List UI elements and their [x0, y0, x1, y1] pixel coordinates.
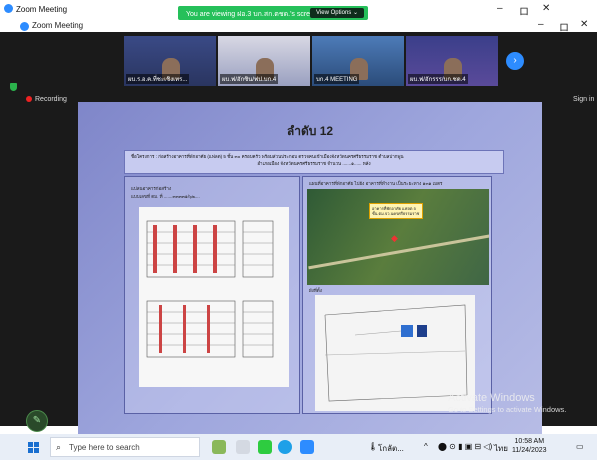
share-banner: You are viewing ฝอ.3 บก.สก.ตชด.'s screen… [178, 6, 368, 20]
site-plan-caption: ผังที่ตั้ง [309, 288, 322, 293]
sign-in-link[interactable]: Sign in [573, 96, 594, 103]
map-pin-icon: ◆ [391, 233, 398, 243]
inner-window-title: Zoom Meeting [32, 21, 84, 30]
building-plan-panel: แปลนอาคารก่อสร้าง แบบเลขที่ ตม. ที่ ....… [124, 176, 300, 414]
satellite-map: อาคารที่พักอาศัย แฟลต 5 ชั้น ตม.จว.นครศร… [307, 189, 489, 285]
taskbar-clock[interactable]: 10:58 AM 11/24/2023 [512, 437, 547, 455]
tray-apps-icon[interactable]: ⬤ ⊙ ▮ ▣ ⊟ ◁) [438, 442, 492, 451]
windows-taskbar: ⌕ Type here to search 🌡 โกลัต... ^ ⬤ ⊙ ▮… [0, 434, 597, 460]
security-shield-icon [10, 83, 17, 91]
clock-date: 11/24/2023 [512, 447, 547, 454]
site-map-panel: แผนที่อาคารที่พักอาศัย ไปยัง อาคารที่ทำง… [302, 176, 492, 414]
outer-window-title: Zoom Meeting [16, 5, 68, 14]
participant-thumbnail[interactable]: บก.4 MEETING [312, 36, 404, 86]
outer-maximize-button[interactable]: ロ [519, 3, 529, 18]
notifications-icon[interactable]: ▭ [576, 442, 584, 451]
tray-label: โกลัต... [378, 444, 404, 453]
recording-dot-icon [26, 96, 32, 103]
participant-name: ผบ.ฟ/ฮักซิน/ฟป.บก.4 [220, 74, 279, 84]
project-line-1: ชื่อโครงการ : ก่อสร้างอาคารที่พักอาศัย (… [131, 154, 404, 159]
participant-thumbnails: ผบ.ร.อ.ค.ที่ชะเชิงเทร... ผบ.ฟ/ฮักซิน/ฟป.… [124, 36, 498, 86]
news-widget-icon[interactable] [212, 440, 226, 454]
view-options-label: View Options [316, 10, 352, 16]
project-line-2: อำเภอเมือง จังหวัดนครศรีธรรมราช จำนวน ..… [257, 161, 371, 166]
windows-start-icon[interactable] [28, 442, 39, 453]
search-placeholder: Type here to search [69, 443, 140, 452]
outer-close-button[interactable]: ✕ [542, 3, 550, 14]
next-participants-button[interactable]: › [506, 52, 524, 70]
annotate-pen-icon[interactable]: ✎ [26, 410, 48, 432]
slide-title: ลำดับ 12 [286, 124, 334, 138]
participant-name: ผบ.ร.อ.ค.ที่ชะเชิงเทร... [126, 74, 190, 84]
inner-minimize-button[interactable]: – [538, 19, 544, 30]
activate-windows-watermark: Activate Windows Go to Settings to activ… [448, 392, 566, 416]
search-icon: ⌕ [56, 442, 62, 452]
participant-thumbnail[interactable]: ผบ.ฟ/ฮักซิน/ฟป.บก.4 [218, 36, 310, 86]
edge-browser-icon[interactable] [278, 440, 292, 454]
participant-name: ผบ.ฟ/ฮักรรร/บก.ชด.4 [408, 74, 468, 84]
activate-windows-subtitle: Go to Settings to activate Windows. [448, 405, 567, 414]
plan-caption: แปลนอาคารก่อสร้าง [131, 186, 172, 191]
zoom-logo-icon [4, 4, 13, 13]
map-callout: อาคารที่พักอาศัย แฟลต 5 ชั้น ตม.จว.นครศร… [369, 203, 423, 219]
language-indicator[interactable]: ไทย [494, 442, 508, 455]
map-road [308, 231, 489, 270]
line-app-icon[interactable] [258, 440, 272, 454]
recording-label: Recording [35, 96, 67, 103]
building-elevation-drawing [139, 207, 289, 387]
clock-time: 10:58 AM [514, 438, 545, 445]
task-view-icon[interactable] [236, 440, 250, 454]
participant-thumbnail[interactable]: ผบ.ร.อ.ค.ที่ชะเชิงเทร... [124, 36, 216, 86]
taskbar-search-box[interactable]: ⌕ Type here to search [50, 437, 200, 457]
recording-indicator: Recording [26, 96, 67, 103]
activate-windows-title: Activate Windows [448, 392, 535, 404]
zoom-logo-icon [20, 22, 29, 31]
meeting-stage: ผบ.ร.อ.ค.ที่ชะเชิงเทร... ผบ.ฟ/ฮักซิน/ฟป.… [0, 32, 597, 454]
inner-title-bar: Zoom Meeting – ロ ✕ [18, 19, 597, 34]
participant-name: บก.4 MEETING [314, 74, 360, 84]
inner-close-button[interactable]: ✕ [580, 19, 588, 30]
participant-thumbnail[interactable]: ผบ.ฟ/ฮักรรร/บก.ชด.4 [406, 36, 498, 86]
weather-icon: 🌡 [368, 442, 379, 451]
zoom-taskbar-icon[interactable] [300, 440, 314, 454]
outer-minimize-button[interactable]: – [497, 3, 503, 14]
project-description: ชื่อโครงการ : ก่อสร้างอาคารที่พักอาศัย (… [124, 150, 504, 174]
plan-number-caption: แบบเลขที่ ตม. ที่ .......๓๓๓๓๑/๖๒.... [131, 194, 200, 199]
tray-expand-icon[interactable]: ^ [424, 442, 428, 451]
map-caption: แผนที่อาคารที่พักอาศัย ไปยัง อาคารที่ทำง… [309, 181, 443, 186]
view-options-button[interactable]: View Options ⌄ [310, 8, 364, 18]
share-banner-message: You are viewing ฝอ.3 บก.สก.ตชด.'s screen [186, 11, 318, 18]
